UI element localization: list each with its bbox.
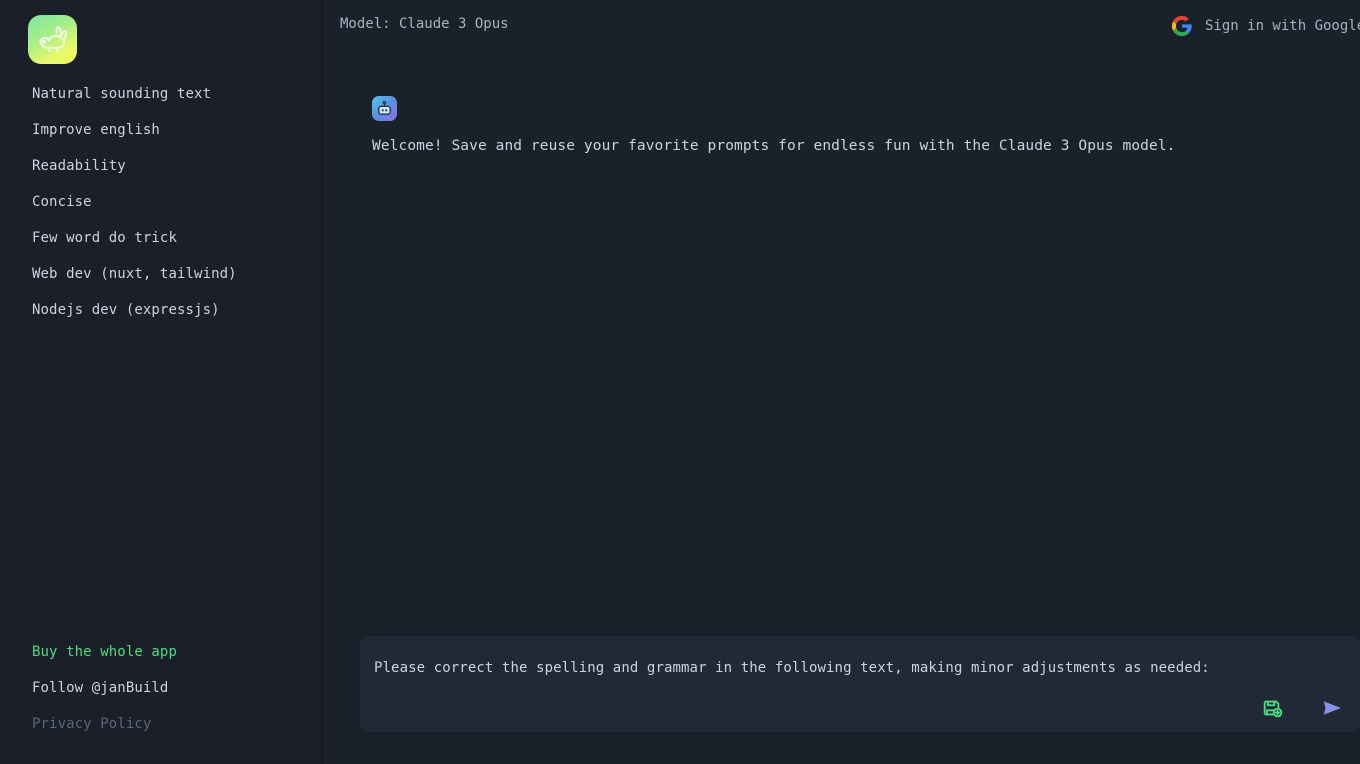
sidebar-item-few-word-do-trick[interactable]: Few word do trick [0,220,325,256]
sign-in-label: Sign in with Google [1205,18,1360,34]
robot-avatar-icon [372,96,397,121]
save-prompt-icon[interactable] [1260,696,1284,720]
prompt-preset-list: Natural sounding text Improve english Re… [0,76,325,328]
follow-link[interactable]: Follow @janBuild [0,670,325,706]
privacy-policy-link[interactable]: Privacy Policy [0,706,325,742]
conversation-area: Welcome! Save and reuse your favorite pr… [326,52,1360,634]
sidebar-item-natural-sounding-text[interactable]: Natural sounding text [0,76,325,112]
prompt-input[interactable] [374,658,1354,678]
sign-in-with-google-button[interactable]: Sign in with Google [1171,12,1360,40]
model-label: Model: Claude 3 Opus [340,16,509,32]
buy-whole-app-link[interactable]: Buy the whole app [0,634,325,670]
google-icon [1171,15,1193,37]
sidebar-item-web-dev[interactable]: Web dev (nuxt, tailwind) [0,256,325,292]
app-root: Natural sounding text Improve english Re… [0,0,1360,764]
sidebar: Natural sounding text Improve english Re… [0,0,326,764]
main-panel: Model: Claude 3 Opus Sign in with Google [326,0,1360,764]
sidebar-item-nodejs-dev[interactable]: Nodejs dev (expressjs) [0,292,325,328]
composer[interactable] [360,636,1360,732]
sidebar-item-improve-english[interactable]: Improve english [0,112,325,148]
bot-message: Welcome! Save and reuse your favorite pr… [372,96,1176,157]
composer-actions [1260,696,1344,720]
bot-message-text: Welcome! Save and reuse your favorite pr… [372,138,1176,154]
send-icon[interactable] [1320,696,1344,720]
header: Model: Claude 3 Opus Sign in with Google [326,0,1360,52]
rabbit-logo-icon[interactable] [28,15,77,64]
sidebar-footer: Buy the whole app Follow @janBuild Priva… [0,634,325,742]
sidebar-item-readability[interactable]: Readability [0,148,325,184]
sidebar-item-concise[interactable]: Concise [0,184,325,220]
